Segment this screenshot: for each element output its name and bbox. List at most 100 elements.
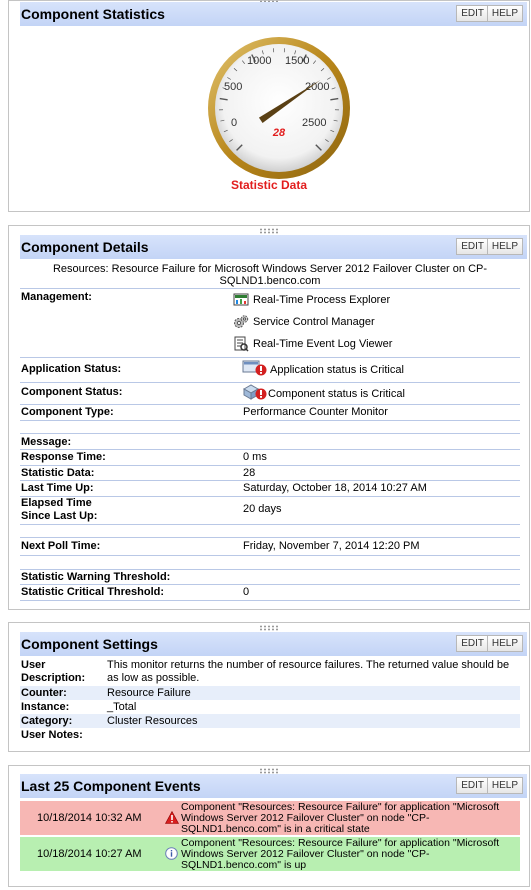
category-value: Cluster Resources [107, 715, 198, 727]
gauge-value: 28 [272, 127, 286, 139]
gears-icon [233, 314, 249, 330]
panel-header: Component Settings EDIT HELP [20, 632, 527, 656]
panel-title: Component Settings [21, 636, 158, 652]
elapsed-time-label-line: Since Last Up: [21, 510, 98, 522]
edit-button[interactable]: EDIT [456, 635, 489, 652]
process-explorer-icon [233, 292, 249, 308]
message-label: Message: [21, 436, 72, 448]
elapsed-time-value: 20 days [243, 503, 282, 515]
help-button[interactable]: HELP [486, 238, 523, 255]
component-settings-panel: Component Settings EDIT HELP User Descri… [8, 622, 530, 752]
category-row: Category: Cluster Resources [20, 714, 520, 728]
panel-title: Last 25 Component Events [21, 778, 201, 794]
edit-button[interactable]: EDIT [456, 5, 489, 22]
component-type-value: Performance Counter Monitor [243, 406, 388, 418]
counter-row: Counter: Resource Failure [20, 686, 520, 700]
component-type-label: Component Type: [21, 406, 114, 418]
response-time-value: 0 ms [243, 451, 267, 463]
component-events-panel: Last 25 Component Events EDIT HELP 10/18… [8, 765, 530, 887]
component-subtitle: Resources: Resource Failure for Microsof… [20, 263, 520, 287]
gauge-tick-label: 2500 [302, 117, 326, 129]
elapsed-time-label-line: Elapsed Time [21, 497, 92, 509]
panel-header: Component Details EDIT HELP [20, 235, 527, 259]
component-details-panel: Component Details EDIT HELP Resources: R… [8, 225, 530, 610]
statistic-data-value: 28 [243, 467, 256, 479]
user-description-value: This monitor returns the number of resou… [107, 659, 510, 684]
subtitle-line: SQLND1.benco.com [219, 275, 321, 287]
help-button[interactable]: HELP [486, 777, 523, 794]
critical-threshold-label: Statistic Critical Threshold: [21, 586, 165, 598]
user-notes-row: User Notes: [20, 728, 520, 742]
instance-value: _Total [107, 701, 137, 713]
divider [20, 433, 520, 434]
help-button[interactable]: HELP [486, 5, 523, 22]
divider [20, 404, 520, 405]
event-log-viewer-link[interactable]: Real-Time Event Log Viewer [233, 335, 392, 353]
counter-label: Counter: [21, 687, 67, 699]
user-description-label-line: User [21, 659, 46, 671]
panel-title: Component Details [21, 239, 149, 255]
statistic-data-label: Statistic Data: [21, 467, 95, 479]
event-date: 10/18/2014 10:32 AM [37, 812, 142, 824]
gauge-tick-label: 0 [231, 117, 237, 129]
gauge-tick-label: 1000 [247, 55, 271, 67]
application-critical-icon [242, 359, 268, 377]
divider [20, 555, 520, 556]
panel-title: Component Statistics [21, 6, 165, 22]
next-poll-time-value: Friday, November 7, 2014 12:20 PM [243, 540, 420, 552]
next-poll-time-label: Next Poll Time: [21, 540, 101, 552]
divider [20, 537, 520, 538]
info-icon [165, 847, 178, 863]
last-time-up-value: Saturday, October 18, 2014 10:27 AM [243, 482, 427, 494]
application-status[interactable]: Application status is Critical [242, 359, 404, 377]
panel-header: Component Statistics EDIT HELP [20, 2, 527, 26]
user-notes-label: User Notes: [21, 729, 83, 741]
drag-handle[interactable] [259, 228, 279, 234]
instance-row: Instance: _Total [20, 700, 520, 714]
service-control-manager-label: Service Control Manager [253, 316, 375, 328]
response-time-label: Response Time: [21, 451, 106, 463]
subtitle-line: Resources: Resource Failure for Microsof… [52, 263, 488, 275]
event-log-viewer-label: Real-Time Event Log Viewer [253, 338, 393, 350]
user-description-label-line: Description: [21, 672, 86, 684]
warning-threshold-label: Statistic Warning Threshold: [21, 571, 171, 583]
application-status-label: Application Status: [21, 363, 122, 375]
event-row[interactable]: 10/18/2014 10:32 AM Component "Resources… [20, 801, 520, 836]
edit-button[interactable]: EDIT [456, 238, 489, 255]
event-row[interactable]: 10/18/2014 10:27 AM Component "Resources… [20, 837, 520, 872]
divider [20, 480, 520, 481]
category-label: Category: [21, 715, 73, 727]
user-description-label: User Description: [21, 659, 85, 685]
divider [20, 569, 520, 570]
user-description-row: User Description: This monitor returns t… [20, 659, 520, 687]
elapsed-time-label: Elapsed Time Since Last Up: [21, 497, 97, 523]
divider [20, 465, 520, 466]
component-status[interactable]: Component status is Critical [242, 383, 405, 401]
event-log-icon [233, 336, 249, 352]
gauge-tick-label: 2000 [305, 81, 329, 93]
help-button[interactable]: HELP [486, 635, 523, 652]
event-date: 10/18/2014 10:27 AM [37, 848, 142, 860]
instance-label: Instance: [21, 701, 70, 713]
divider [20, 600, 520, 601]
service-control-manager-link[interactable]: Service Control Manager [233, 313, 375, 331]
divider [20, 420, 520, 421]
event-message: Component "Resources: Resource Failure" … [181, 837, 500, 871]
critical-threshold-value: 0 [243, 586, 250, 598]
divider [20, 288, 520, 289]
divider [20, 524, 520, 525]
statistic-data-link[interactable]: Statistic Data [9, 178, 529, 192]
component-status-label: Component Status: [21, 386, 123, 398]
panel-header: Last 25 Component Events EDIT HELP [20, 774, 527, 798]
critical-warning-icon [164, 810, 180, 827]
gauge-tick-label: 1500 [285, 55, 309, 67]
event-message: Component "Resources: Resource Failure" … [181, 801, 500, 835]
component-statistics-panel: Component Statistics EDIT HELP 0 500 100… [8, 0, 530, 212]
process-explorer-link[interactable]: Real-Time Process Explorer [233, 291, 390, 309]
management-label: Management: [21, 291, 92, 303]
drag-handle[interactable] [259, 625, 279, 631]
edit-button[interactable]: EDIT [456, 777, 489, 794]
statistic-gauge: 0 500 1000 1500 2000 2500 28 [208, 37, 350, 179]
component-critical-icon [242, 383, 268, 401]
divider [20, 449, 520, 450]
